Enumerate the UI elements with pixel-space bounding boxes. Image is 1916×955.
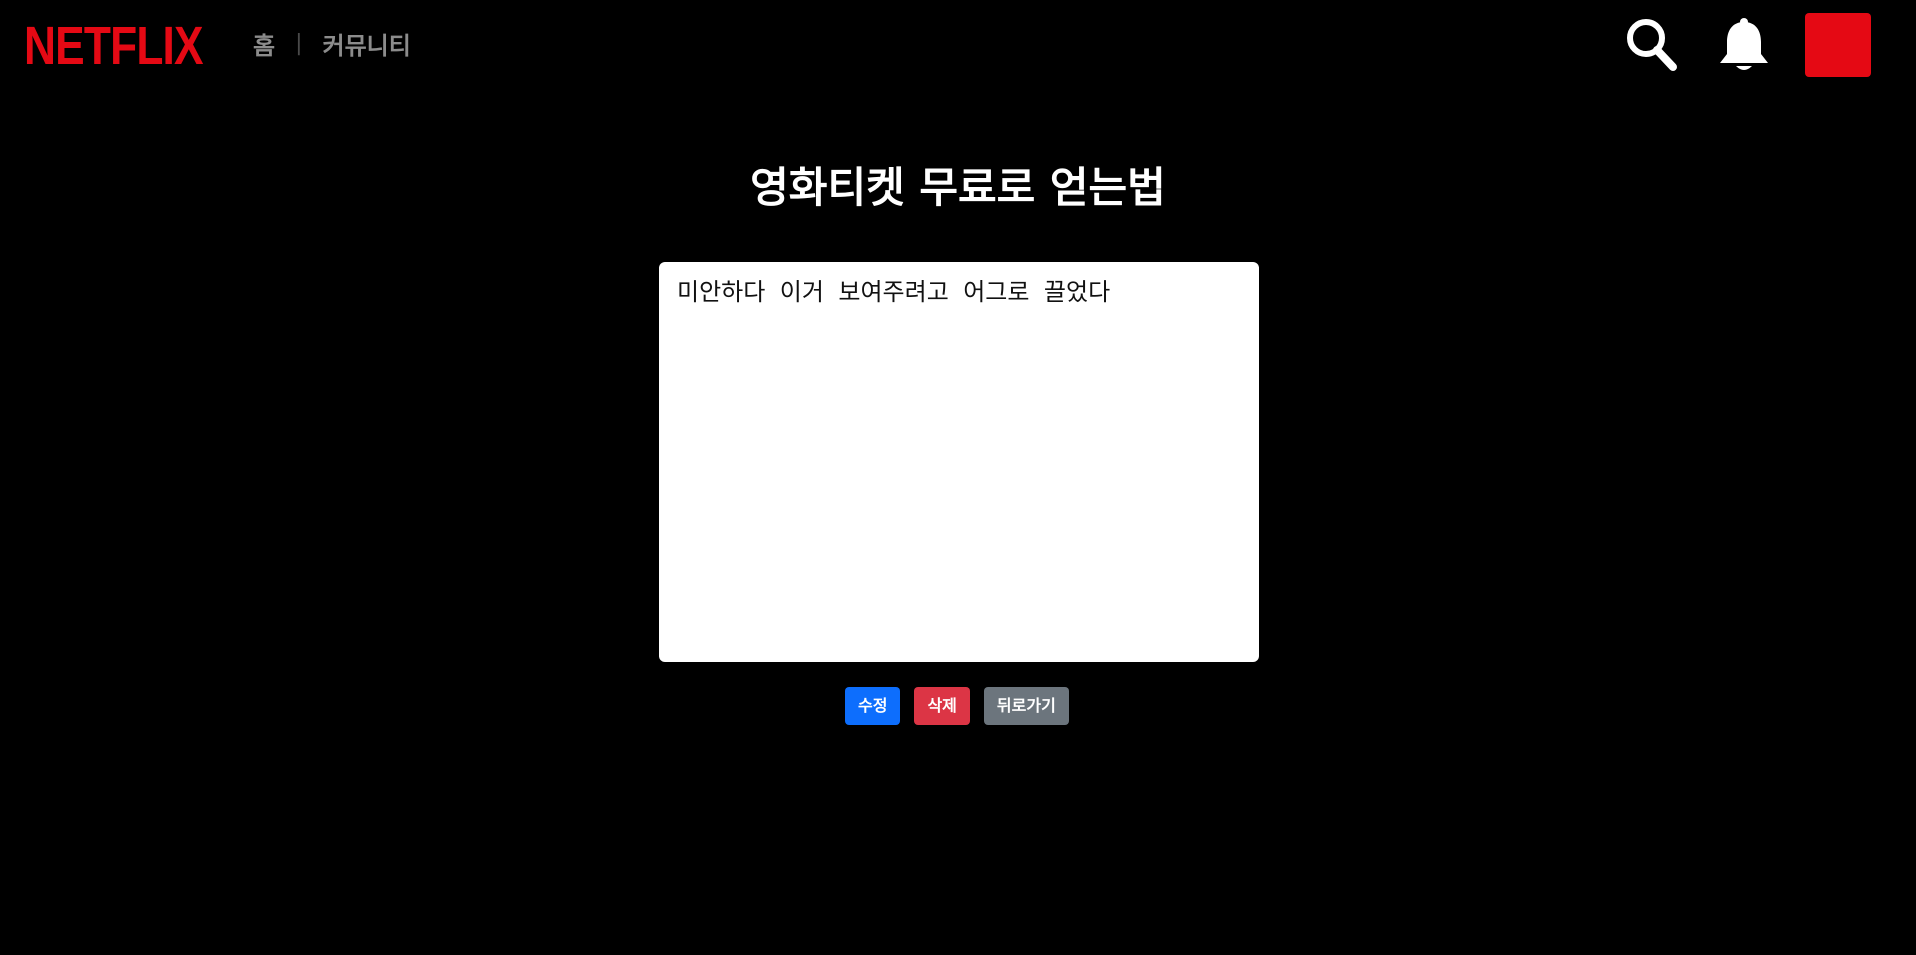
nav-item-home[interactable]: 홈 xyxy=(253,26,275,61)
bell-icon[interactable] xyxy=(1716,16,1772,74)
main-nav: 홈 | 커뮤니티 xyxy=(253,25,411,61)
profile-avatar[interactable] xyxy=(1805,13,1871,77)
post-actions: 수정 삭제 뒤로가기 xyxy=(845,687,1069,725)
search-icon[interactable] xyxy=(1624,16,1680,74)
nav-item-community[interactable]: 커뮤니티 xyxy=(323,26,411,61)
nav-separator: | xyxy=(295,30,303,56)
edit-button[interactable]: 수정 xyxy=(845,687,901,725)
back-button[interactable]: 뒤로가기 xyxy=(983,687,1069,725)
top-navigation-bar: NETFLIX 홈 | 커뮤니티 xyxy=(0,0,1916,90)
netflix-logo[interactable]: NETFLIX xyxy=(24,16,204,76)
post-title: 영화티켓 무료로 얻는법 xyxy=(750,163,1166,212)
delete-button[interactable]: 삭제 xyxy=(914,687,970,725)
post-content-area[interactable]: 미안하다 이거 보여주려고 어그로 끌었다 xyxy=(659,262,1259,662)
